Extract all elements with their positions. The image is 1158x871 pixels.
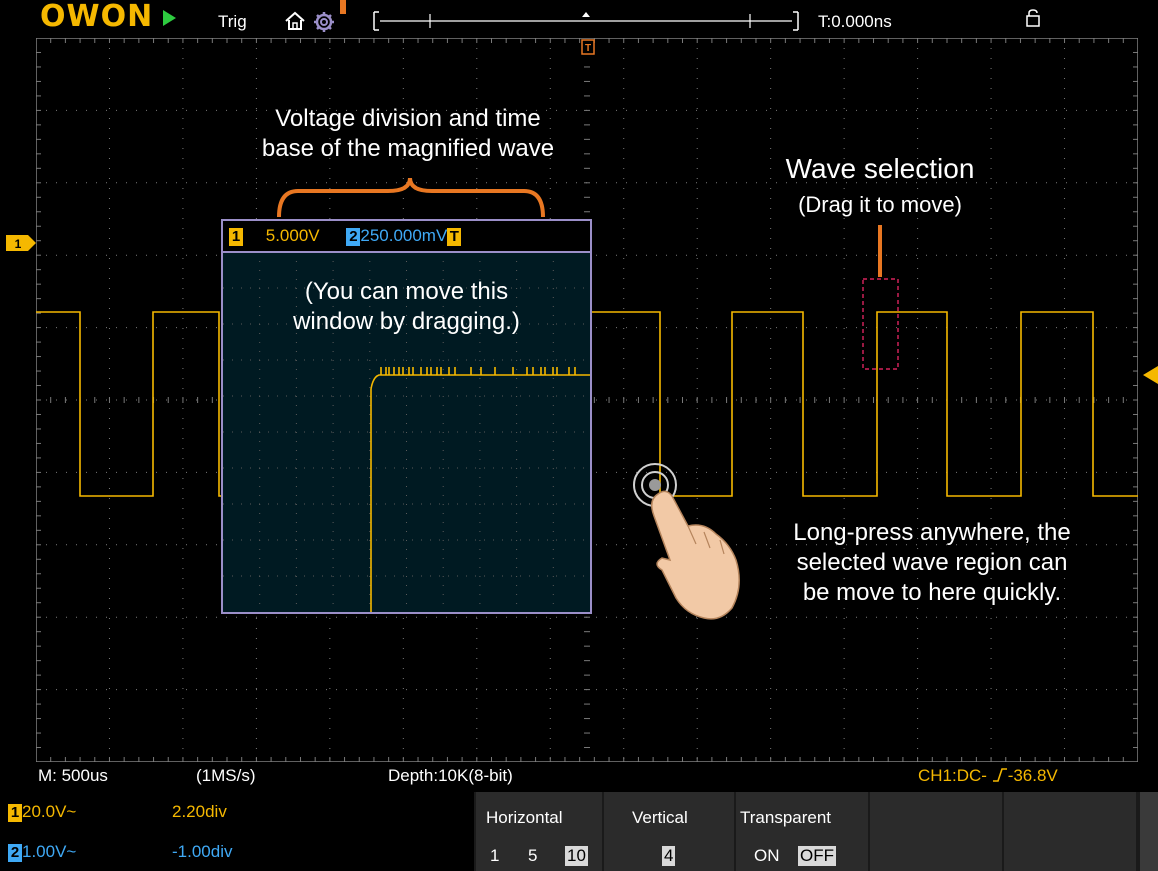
wave-selection-box[interactable] <box>862 278 899 370</box>
wave-selection-title: Wave selection <box>785 153 975 184</box>
trigger-gear-icon[interactable] <box>312 10 336 34</box>
longpress-line3: be move to here quickly. <box>802 579 1062 606</box>
longpress-annotation: Long-press anywhere, the selected wave r… <box>742 518 1122 608</box>
rising-edge-icon <box>992 768 1007 782</box>
ch1-info-row[interactable]: 1 20.0V~ <box>8 802 76 822</box>
wave-selection-pointer <box>878 225 882 277</box>
mag-ch1-volt: 5.000V <box>265 226 320 245</box>
volt-div-line1: Voltage division and time <box>275 105 541 132</box>
trigger-time-offset: T:0.000ns <box>818 12 892 31</box>
owon-logo: OWON <box>40 0 154 34</box>
vertical-label: Vertical <box>632 808 688 827</box>
magnifier-note-line1: (You can move this <box>304 278 509 305</box>
transparent-on[interactable]: ON <box>754 846 780 866</box>
mag-trig-badge: T <box>447 228 462 246</box>
magnifier-window[interactable]: 1 5.000V 2 250.000mV T (You can move this … <box>221 219 592 614</box>
longpress-line1: Long-press anywhere, the <box>793 519 1071 546</box>
ch2-info-row[interactable]: 2 1.00V~ <box>8 842 76 862</box>
svg-text:1: 1 <box>15 237 22 251</box>
magnifier-note-line2: window by dragging.) <box>293 308 520 335</box>
transparent-menu[interactable]: Transparent ON OFF <box>736 792 868 871</box>
mag-ch1-badge: 1 <box>229 228 243 246</box>
volt-div-brace <box>277 177 545 218</box>
annotation-pointer <box>340 0 346 14</box>
ch1-volt: 20.0V~ <box>22 802 77 821</box>
ch1-level-marker[interactable]: 1 <box>6 235 36 251</box>
trigger-status: Trig <box>218 12 247 31</box>
transparent-label: Transparent <box>740 808 832 827</box>
magnifier-header: 1 5.000V 2 250.000mV T <box>223 221 590 253</box>
vertical-menu[interactable]: Vertical 4 <box>604 792 734 871</box>
mag-ch2-volt: 250.000mV <box>360 226 448 245</box>
lock-icon[interactable] <box>1026 9 1040 27</box>
trigger-position-marker[interactable]: T <box>581 39 595 55</box>
trigger-level-marker[interactable] <box>1143 366 1158 384</box>
home-icon[interactable] <box>284 10 306 32</box>
ch1-badge: 1 <box>8 804 22 822</box>
status-bar: OWON Trig T:0.000ns <box>0 0 1158 38</box>
horizontal-option-10[interactable]: 10 <box>565 846 588 866</box>
trigger-info[interactable]: CH1:DC- -36.8V <box>918 764 1058 788</box>
vertical-value[interactable]: 4 <box>662 846 676 866</box>
ch2-offset: -1.00div <box>172 842 233 861</box>
empty-menu-slot-2[interactable] <box>1004 792 1136 871</box>
ch1-offset: 2.20div <box>172 802 227 821</box>
empty-menu-slot-1[interactable] <box>870 792 1002 871</box>
volt-div-line2: base of the magnified wave <box>261 135 555 162</box>
play-icon[interactable] <box>163 10 176 26</box>
svg-text:T: T <box>585 43 591 54</box>
horizontal-label: Horizontal <box>486 808 563 827</box>
trigger-level: -36.8V <box>1007 766 1058 785</box>
timebase-readout[interactable]: M: 500us <box>38 764 108 788</box>
magnifier-note: (You can move this window by dragging.) <box>223 277 590 337</box>
touch-hand-icon <box>651 490 740 620</box>
trigger-source: CH1:DC- <box>918 766 987 785</box>
horizontal-option-1[interactable]: 1 <box>490 846 499 866</box>
volt-div-annotation: Voltage division and time base of the ma… <box>218 104 598 164</box>
longpress-line2: selected wave region can <box>796 549 1068 576</box>
menu-scrollbar[interactable] <box>1140 792 1158 871</box>
depth-readout[interactable]: Depth:10K(8-bit) <box>388 764 513 788</box>
mag-ch2-badge: 2 <box>346 228 361 246</box>
wave-selection-subtitle: (Drag it to move) <box>798 192 962 217</box>
ch2-volt: 1.00V~ <box>22 842 77 861</box>
ch2-badge: 2 <box>8 844 22 862</box>
memory-position-bar[interactable] <box>370 10 802 32</box>
transparent-off[interactable]: OFF <box>798 846 836 866</box>
channel-info: 1 20.0V~ 2.20div 2 1.00V~ -1.00div <box>0 792 474 871</box>
bottom-panel: 1 20.0V~ 2.20div 2 1.00V~ -1.00div Horizon… <box>0 792 1158 871</box>
horizontal-option-5[interactable]: 5 <box>528 846 537 866</box>
sample-rate-readout: (1MS/s) <box>196 766 256 785</box>
horizontal-menu[interactable]: Horizontal 1 5 10 <box>476 792 602 871</box>
